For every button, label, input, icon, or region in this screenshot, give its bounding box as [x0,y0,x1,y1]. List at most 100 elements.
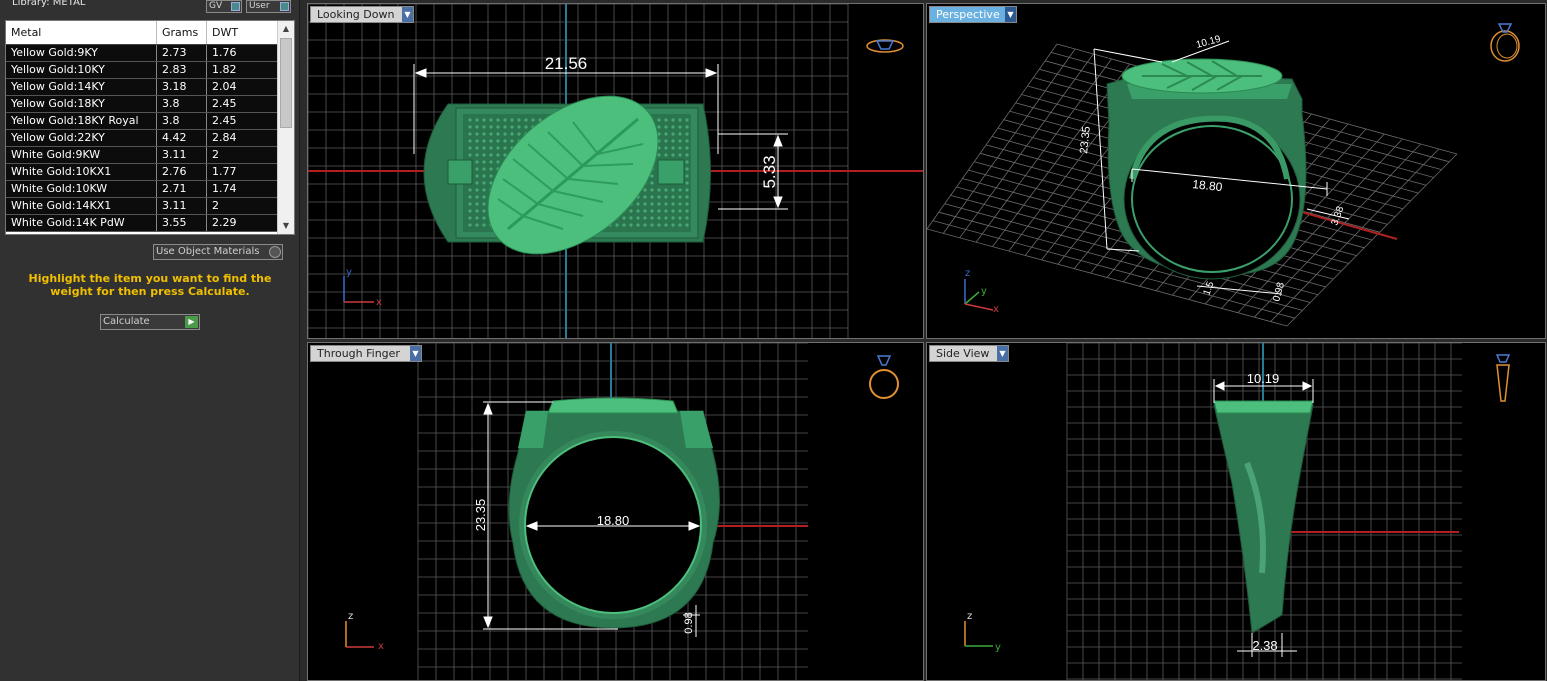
table-row[interactable]: Yellow Gold:18KY 3.8 2.45 [6,96,278,113]
viewport-label-side-view[interactable]: Side View ▼ [929,345,1009,362]
axis-gizmo: z y [964,611,1001,653]
calculate-button[interactable]: Calculate ▶ [100,314,200,330]
ring-perspective-icon[interactable] [1485,14,1525,64]
table-scrollbar[interactable]: ▲ ▼ [277,21,294,234]
cell-metal: Yellow Gold:18KY Royal [6,113,157,129]
cell-dwt: 2.45 [207,96,278,112]
cell-metal: White Gold:14K PdW [6,215,157,231]
table-body: Yellow Gold:9KY 2.73 1.76 Yellow Gold:10KY 2… [6,45,278,232]
column-header-metal[interactable]: Metal [6,21,157,44]
app-window: Library: METAL GV User Metal Grams DWT Y… [0,0,1547,681]
side-view-label: Side View [936,347,990,360]
use-object-materials-label: Use Object Materials [156,246,260,257]
axis-gizmo: z y x [964,268,999,315]
table-row[interactable]: Yellow Gold:10KY 2.83 1.82 [6,62,278,79]
cell-metal: Yellow Gold:18KY [6,96,157,112]
ring-side-model [1213,400,1314,634]
cell-dwt: 2 [207,147,278,163]
table-row[interactable]: White Gold:10KX1 2.76 1.77 [6,164,278,181]
perspective-height-value: 23.35 [1078,126,1093,155]
width-dimension-value: 21.56 [545,54,588,73]
ring-top-view-icon[interactable] [864,34,906,58]
cell-metal: Yellow Gold:10KY [6,62,157,78]
finger-height-value: 23.35 [473,499,488,532]
axis-gizmo: z x [345,611,384,652]
cell-dwt: 1.82 [207,62,278,78]
gv-toggle-knob-icon [231,2,240,11]
axis-z-label: z [967,611,972,622]
cell-grams: 3.8 [157,113,207,129]
viewport-through-finger[interactable]: 23.35 18.80 0.98 z x Through Finger ▼ [307,342,924,681]
dropdown-arrow-icon[interactable]: ▼ [1005,7,1016,22]
cell-grams: 3.11 [157,198,207,214]
scroll-thumb[interactable] [280,38,292,128]
metal-library-panel: Library: METAL GV User Metal Grams DWT Y… [0,0,300,681]
cell-metal: White Gold:10KW [6,181,157,197]
viewport-label-through-finger[interactable]: Through Finger ▼ [310,345,422,362]
table-row[interactable]: Yellow Gold:18KY Royal 3.8 2.45 [6,113,278,130]
finger-bottom-value: 0.98 [683,612,695,633]
dropdown-arrow-icon[interactable]: ▼ [402,7,413,22]
axis-x-label: x [993,304,999,315]
dropdown-arrow-icon[interactable]: ▼ [997,346,1008,361]
looking-down-label: Looking Down [317,8,395,21]
gv-label: GV [209,1,223,11]
side-top-value: 10.19 [1247,371,1280,386]
dropdown-arrow-icon[interactable]: ▼ [410,346,421,361]
cell-metal: White Gold:10KX1 [6,164,157,180]
perspective-scene: 23.35 10.19 18.80 3.38 0.98 1.5 z y x [927,34,1458,327]
cell-grams: 3.11 [157,147,207,163]
cell-dwt: 2.04 [207,79,278,95]
height-dimension-value: 5.33 [760,155,779,188]
axis-y-label: y [981,286,987,297]
looking-down-scene: 21.56 5.33 y x [308,4,923,338]
side-view-scene: 10.19 2.38 z y [964,343,1462,680]
perspective-bottom-value: 0.98 [1271,281,1287,303]
viewport-side-view[interactable]: 10.19 2.38 z y Side View ▼ [926,342,1546,681]
viewport-label-looking-down[interactable]: Looking Down ▼ [310,6,414,23]
axis-y-label: y [346,267,352,278]
table-row[interactable]: Yellow Gold:9KY 2.73 1.76 [6,45,278,62]
table-row[interactable]: Yellow Gold:22KY 4.42 2.84 [6,130,278,147]
cell-grams: 3.18 [157,79,207,95]
cell-grams: 3.8 [157,96,207,112]
table-row[interactable]: White Gold:14K PdW 3.55 2.29 [6,215,278,232]
through-finger-scene: 23.35 18.80 0.98 z x [345,343,808,680]
user-label: User [249,1,270,11]
viewport-label-perspective[interactable]: Perspective ▼ [929,6,1017,23]
library-title: Library: METAL [12,0,86,8]
ring-top-model [423,95,711,255]
cell-dwt: 1.76 [207,45,278,61]
table-header: Metal Grams DWT [6,21,278,45]
gv-toggle[interactable]: GV [206,0,242,13]
axis-gizmo: y x [343,267,382,308]
user-toggle[interactable]: User [246,0,291,13]
play-arrow-icon: ▶ [185,316,198,328]
scroll-down-icon[interactable]: ▼ [278,218,294,234]
column-header-grams[interactable]: Grams [157,21,207,44]
calculate-hint: Highlight the item you want to find the … [28,272,272,298]
cell-grams: 4.42 [157,130,207,146]
ring-front-view-icon[interactable] [864,351,904,401]
cell-metal: Yellow Gold:9KY [6,45,157,61]
cell-metal: White Gold:9KW [6,147,157,163]
cell-grams: 3.55 [157,215,207,231]
table-row[interactable]: White Gold:9KW 3.11 2 [6,147,278,164]
table-row[interactable]: White Gold:14KX1 3.11 2 [6,198,278,215]
column-header-dwt[interactable]: DWT [207,21,278,44]
cell-grams: 2.76 [157,164,207,180]
cell-dwt: 2.84 [207,130,278,146]
table-row[interactable]: Yellow Gold:14KY 3.18 2.04 [6,79,278,96]
scroll-up-icon[interactable]: ▲ [278,21,294,37]
radio-knob-icon [269,246,281,258]
cell-metal: Yellow Gold:22KY [6,130,157,146]
calculate-label: Calculate [103,316,150,327]
ring-side-view-icon[interactable] [1489,351,1517,407]
table-row[interactable]: White Gold:10KW 2.71 1.74 [6,181,278,198]
viewport-perspective[interactable]: 23.35 10.19 18.80 3.38 0.98 1.5 z y x Pe… [926,3,1546,339]
viewport-looking-down[interactable]: 21.56 5.33 y x Looking Down ▼ [307,3,924,339]
use-object-materials-toggle[interactable]: Use Object Materials [153,244,283,260]
cell-dwt: 2.29 [207,215,278,231]
axis-z-label: z [348,611,353,622]
cell-dwt: 2 [207,198,278,214]
